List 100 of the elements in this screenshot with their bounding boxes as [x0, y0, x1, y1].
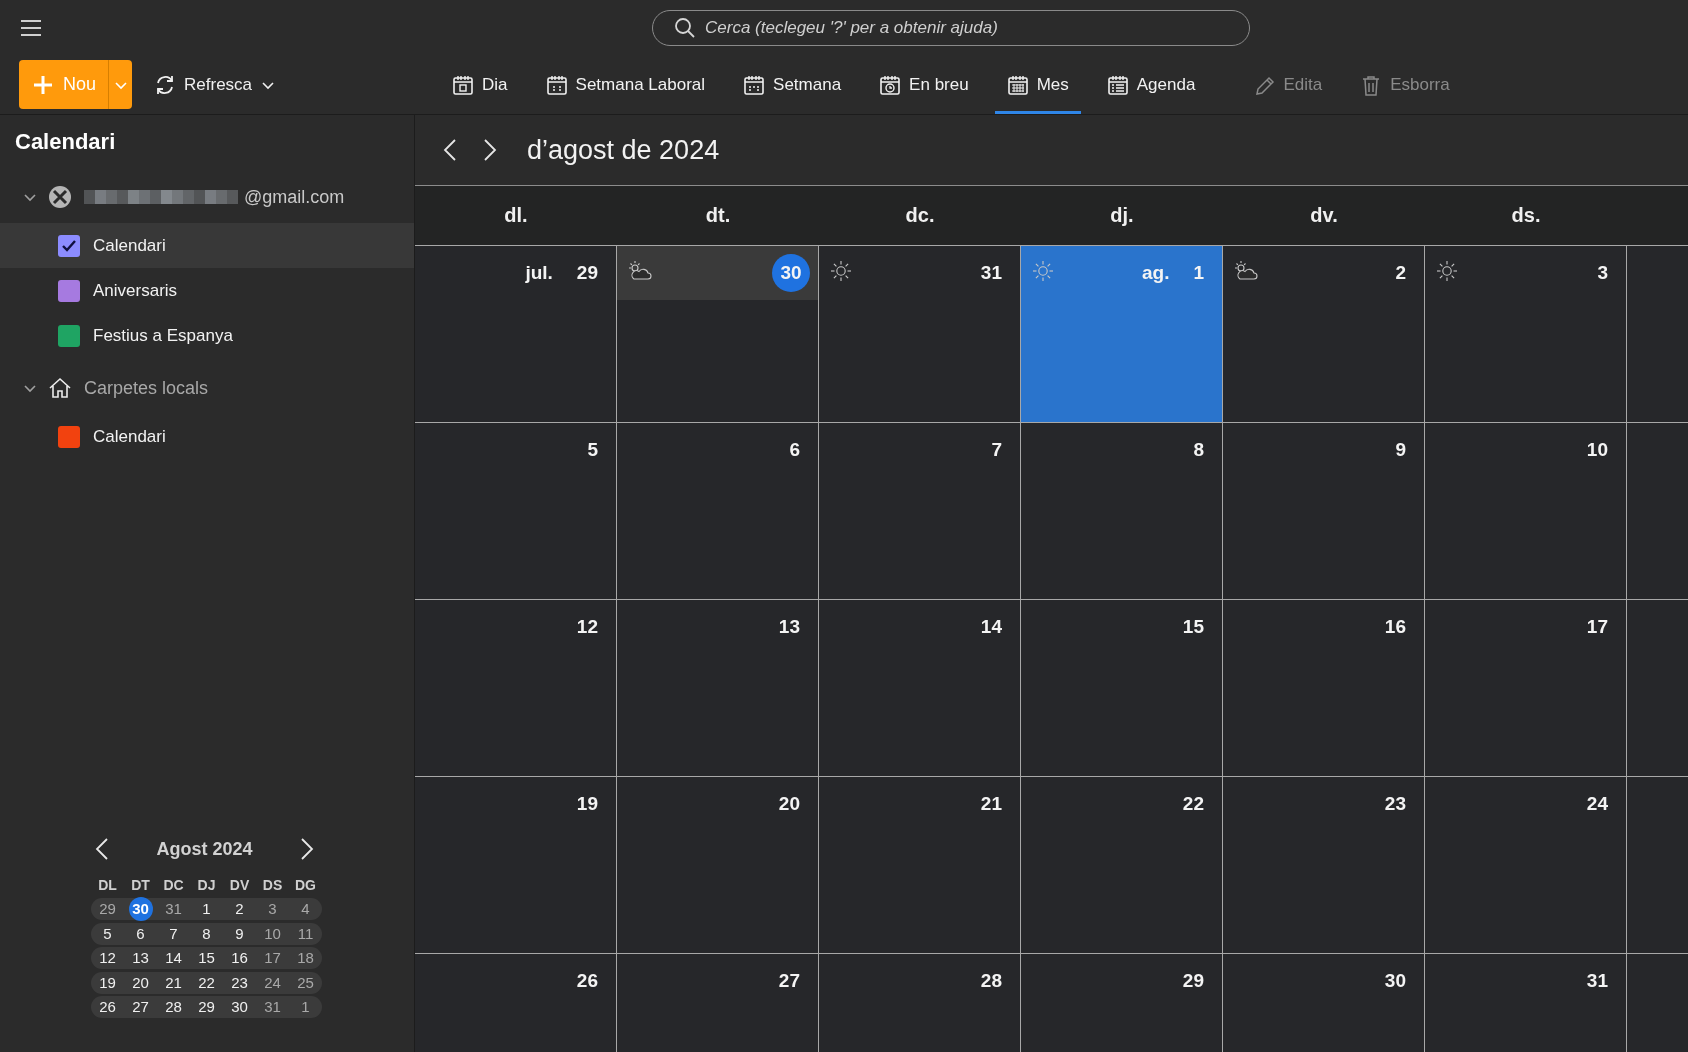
plus-icon: [33, 74, 53, 95]
day-number[interactable]: 11: [297, 922, 314, 945]
day-number[interactable]: 20: [132, 971, 149, 994]
day-number[interactable]: 25: [297, 971, 314, 994]
weekday-label: dc.: [905, 204, 935, 227]
day-cell[interactable]: 20: [617, 777, 819, 954]
day-cell[interactable]: 31: [819, 246, 1021, 423]
chevron-left-icon[interactable]: [443, 138, 457, 162]
view-tab[interactable]: Setmana Laboral: [533, 55, 718, 114]
day-cell[interactable]: 28: [819, 954, 1021, 1052]
day-number[interactable]: 26: [99, 996, 116, 1018]
day-number[interactable]: 31: [165, 898, 182, 921]
day-number[interactable]: 1: [301, 996, 310, 1018]
day-cell[interactable]: 8: [1021, 423, 1223, 600]
day-number[interactable]: 3: [268, 898, 277, 921]
dropdown-button[interactable]: [108, 60, 133, 109]
calendar-checkbox[interactable]: [58, 234, 80, 257]
day-cell[interactable]: 2: [1223, 246, 1425, 423]
day-number[interactable]: 24: [264, 971, 281, 994]
day-cell[interactable]: 12: [415, 600, 617, 777]
calendar-item[interactable]: Calendari: [0, 223, 414, 268]
day-number[interactable]: 4: [301, 898, 310, 921]
day-number[interactable]: 6: [136, 922, 145, 945]
day-number[interactable]: 18: [297, 947, 314, 970]
day-cell[interactable]: 17: [1425, 600, 1627, 777]
day-number[interactable]: 15: [198, 947, 215, 970]
day-number[interactable]: 9: [235, 922, 244, 945]
day-cell[interactable]: 29: [1021, 954, 1223, 1052]
day-number[interactable]: 30: [231, 996, 248, 1018]
day-cell[interactable]: 19: [415, 777, 617, 954]
day-number: 30: [1384, 970, 1406, 992]
day-number[interactable]: 7: [169, 922, 178, 945]
day-number[interactable]: 16: [231, 947, 248, 970]
day-number[interactable]: 10: [264, 922, 281, 945]
day-number[interactable]: 28: [165, 996, 182, 1018]
day-cell[interactable]: 15: [1021, 600, 1223, 777]
day-number[interactable]: 2: [235, 898, 244, 921]
day-number: 10: [1586, 439, 1608, 461]
view-tab[interactable]: Agenda: [1094, 55, 1208, 114]
calendar-checkbox[interactable]: [58, 425, 80, 448]
day-cell[interactable]: 10: [1425, 423, 1627, 600]
day-cell[interactable]: 30: [617, 246, 819, 423]
day-number[interactable]: 1: [202, 898, 211, 921]
day-number[interactable]: 29: [198, 996, 215, 1018]
day-number: 22: [1182, 793, 1204, 815]
view-tab[interactable]: Setmana: [731, 55, 854, 114]
day-number[interactable]: 12: [99, 947, 116, 970]
day-number: 5: [587, 439, 598, 461]
weekday-label: dl.: [504, 204, 528, 227]
day-number[interactable]: 22: [198, 971, 215, 994]
calendar-grid-icon: [1006, 73, 1029, 96]
day-number[interactable]: 21: [165, 971, 182, 994]
refresh-button[interactable]: Refresca: [150, 64, 281, 105]
menu-icon[interactable]: [20, 18, 42, 37]
day-cell[interactable]: jul. 29: [415, 246, 617, 423]
account-name: Carpetes locals: [84, 377, 209, 399]
day-number[interactable]: 23: [231, 971, 248, 994]
chevron-right-icon[interactable]: [300, 837, 314, 862]
day-number[interactable]: 13: [132, 947, 149, 970]
day-number[interactable]: 17: [264, 947, 281, 970]
view-tab[interactable]: Dia: [440, 55, 520, 114]
chevron-right-icon[interactable]: [483, 138, 497, 162]
day-number[interactable]: 30: [128, 897, 153, 922]
day-cell[interactable]: 9: [1223, 423, 1425, 600]
day-cell[interactable]: 6: [617, 423, 819, 600]
calendar-item[interactable]: Festius a Espanya: [0, 313, 414, 358]
day-number[interactable]: 14: [165, 947, 182, 970]
day-cell[interactable]: 7: [819, 423, 1021, 600]
day-number[interactable]: 5: [103, 922, 112, 945]
day-number[interactable]: 8: [202, 922, 211, 945]
day-number: 26: [576, 970, 598, 992]
calendar-item[interactable]: Aniversaris: [0, 268, 414, 313]
calendar-checkbox[interactable]: [58, 324, 80, 347]
day-cell[interactable]: 21: [819, 777, 1021, 954]
day-cell[interactable]: 24: [1425, 777, 1627, 954]
month-title: d’agost de 2024: [527, 134, 720, 166]
weekday-label: DL: [97, 877, 118, 894]
day-cell[interactable]: 27: [617, 954, 819, 1052]
day-cell[interactable]: 30: [1223, 954, 1425, 1052]
day-number[interactable]: 31: [264, 996, 281, 1018]
day-cell[interactable]: 5: [415, 423, 617, 600]
day-cell[interactable]: 3: [1425, 246, 1627, 423]
day-cell[interactable]: 26: [415, 954, 617, 1052]
chevron-left-icon[interactable]: [95, 837, 109, 862]
calendar-item[interactable]: Calendari: [0, 414, 414, 459]
weekday-label: dt.: [705, 204, 731, 227]
day-number[interactable]: 19: [99, 971, 116, 994]
day-cell[interactable]: 13: [617, 600, 819, 777]
day-number[interactable]: 27: [132, 996, 149, 1018]
day-number[interactable]: 29: [99, 898, 116, 921]
day-cell[interactable]: 16: [1223, 600, 1425, 777]
view-tab[interactable]: En breu: [867, 55, 981, 114]
day-cell[interactable]: 14: [819, 600, 1021, 777]
day-cell[interactable]: 23: [1223, 777, 1425, 954]
calendar-checkbox[interactable]: [58, 279, 80, 302]
day-cell[interactable]: 22: [1021, 777, 1223, 954]
search-icon: [674, 16, 696, 39]
day-cell[interactable]: 31: [1425, 954, 1627, 1052]
search-field[interactable]: Cerca (teclegeu '?' per a obtenir ajuda): [652, 9, 1250, 46]
day-cell[interactable]: ag. 1: [1021, 246, 1223, 423]
